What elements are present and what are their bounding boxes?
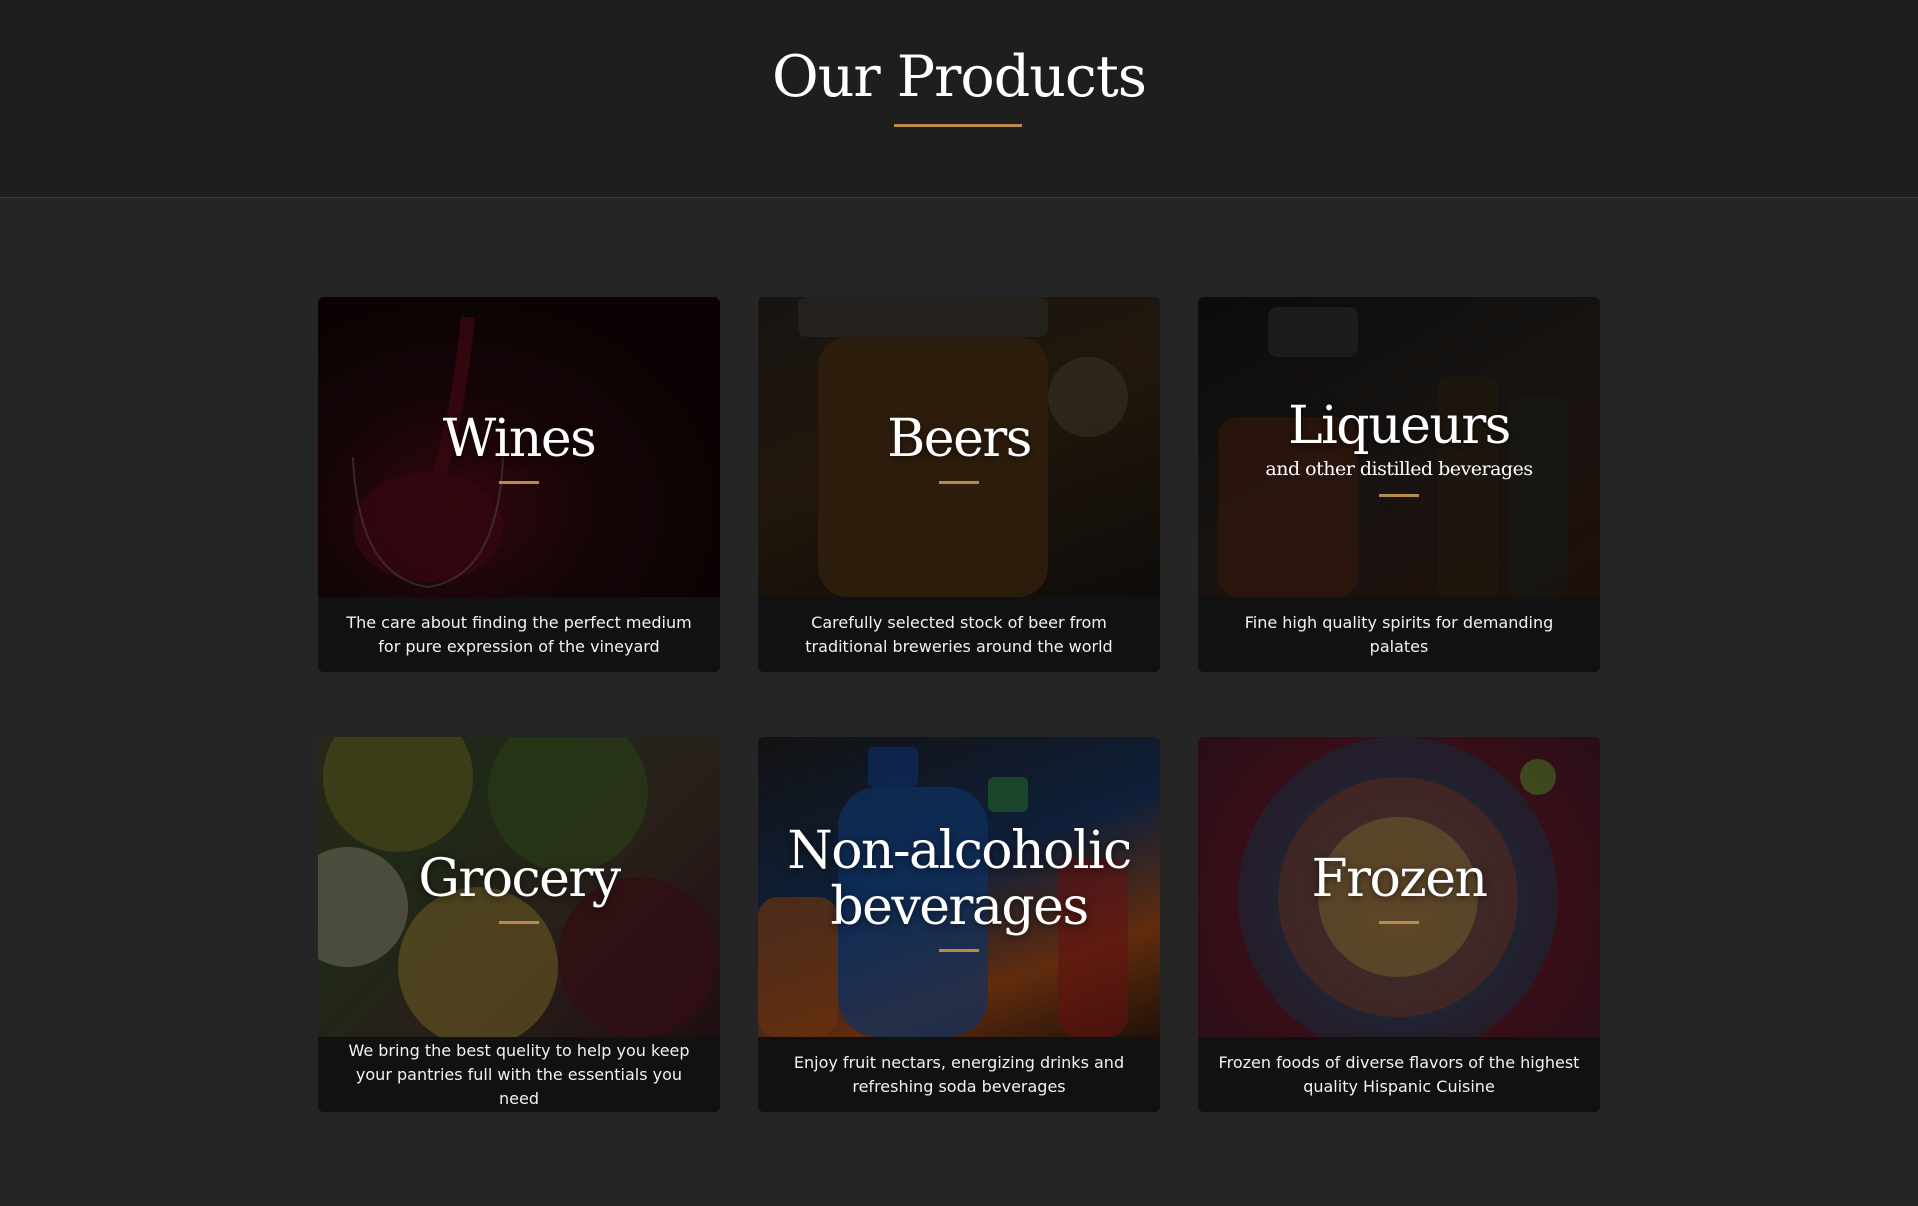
wine-glass-photo: Wines: [318, 297, 720, 597]
soda-bottles-photo: Non-alcoholic beverages: [758, 737, 1160, 1037]
page-title: Our Products: [771, 44, 1147, 110]
card-description: We bring the best quelity to help you ke…: [318, 1037, 720, 1112]
card-accent-line: [499, 920, 539, 924]
card-title: Wines: [442, 408, 597, 469]
product-card-beers[interactable]: Beers Carefully selected stock of beer f…: [758, 297, 1160, 672]
card-title: Frozen: [1311, 848, 1488, 909]
card-subtitle: and other distilled beverages: [1265, 457, 1533, 480]
card-description: The care about finding the perfect mediu…: [318, 597, 720, 672]
card-title: Beers: [887, 408, 1032, 469]
tamale-plate-photo: Frozen: [1198, 737, 1600, 1037]
card-description: Carefully selected stock of beer from tr…: [758, 597, 1160, 672]
card-accent-line: [939, 480, 979, 484]
product-card-non-alcoholic[interactable]: Non-alcoholic beverages Enjoy fruit nect…: [758, 737, 1160, 1112]
card-title: Non-alcoholic beverages: [787, 820, 1132, 937]
product-card-frozen[interactable]: Frozen Frozen foods of diverse flavors o…: [1198, 737, 1600, 1112]
product-card-grocery[interactable]: Grocery We bring the best quelity to hel…: [318, 737, 720, 1112]
card-description: Frozen foods of diverse flavors of the h…: [1198, 1037, 1600, 1112]
title-underline: [894, 124, 1022, 127]
card-accent-line: [939, 948, 979, 952]
canned-vegetables-photo: Grocery: [318, 737, 720, 1037]
product-card-liqueurs[interactable]: Liqueurs and other distilled beverages F…: [1198, 297, 1600, 672]
card-accent-line: [1379, 493, 1419, 497]
card-description: Enjoy fruit nectars, energizing drinks a…: [758, 1037, 1160, 1112]
section-header: Our Products: [0, 0, 1918, 198]
card-accent-line: [499, 480, 539, 484]
products-grid: Wines The care about finding the perfect…: [318, 297, 1600, 1112]
card-title: Grocery: [418, 848, 621, 909]
beer-bottle-photo: Beers: [758, 297, 1160, 597]
liquor-bottles-photo: Liqueurs and other distilled beverages: [1198, 297, 1600, 597]
card-accent-line: [1379, 920, 1419, 924]
card-title: Liqueurs: [1288, 395, 1511, 456]
product-card-wines[interactable]: Wines The care about finding the perfect…: [318, 297, 720, 672]
card-description: Fine high quality spirits for demanding …: [1198, 597, 1600, 672]
